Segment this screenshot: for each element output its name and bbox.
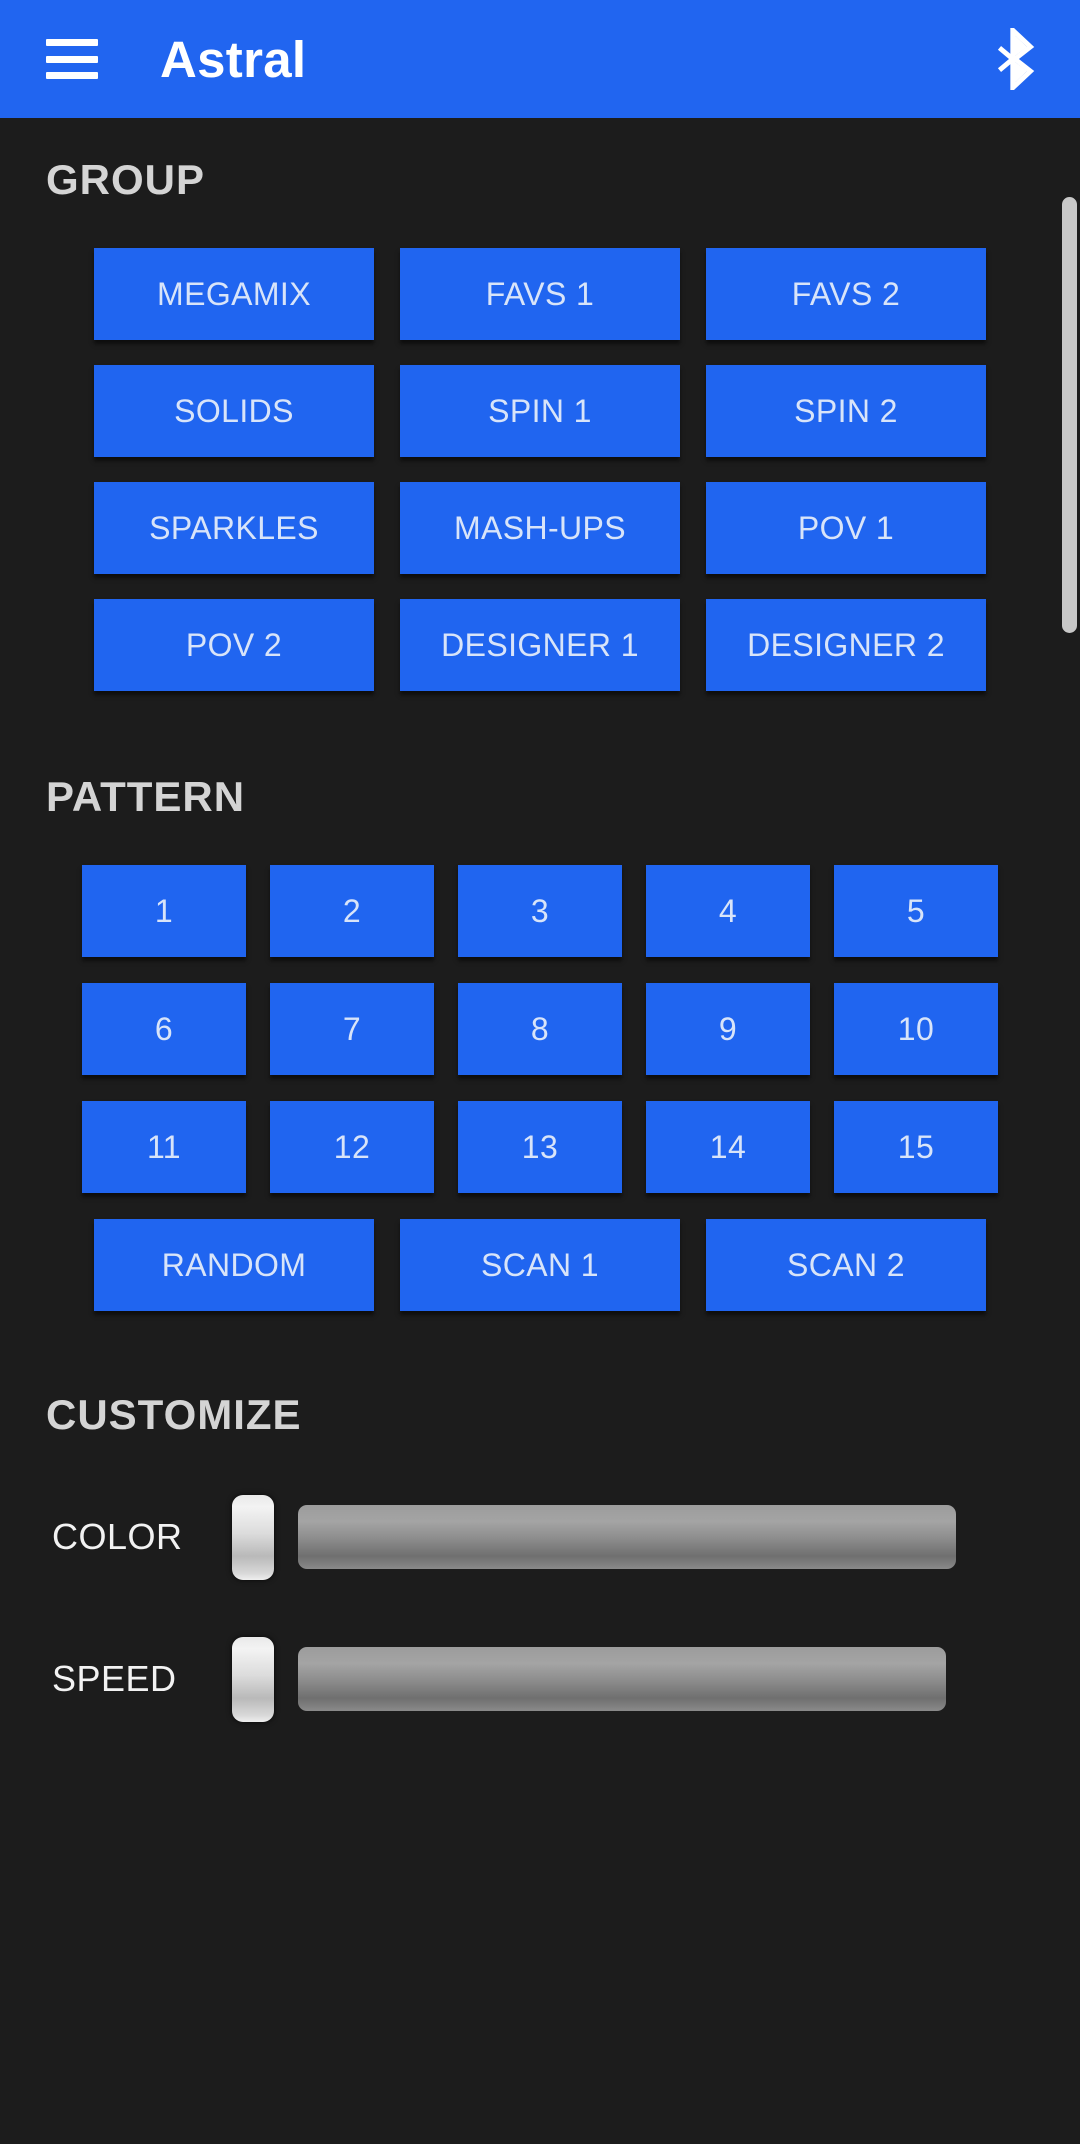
pattern-button-1[interactable]: 1 — [82, 865, 246, 957]
pattern-button-4[interactable]: 4 — [646, 865, 810, 957]
pattern-button-11[interactable]: 11 — [82, 1101, 246, 1193]
pattern-button-9[interactable]: 9 — [646, 983, 810, 1075]
pattern-button-10[interactable]: 10 — [834, 983, 998, 1075]
pattern-button-12[interactable]: 12 — [270, 1101, 434, 1193]
color-slider-thumb[interactable] — [232, 1494, 274, 1580]
group-button-pov-1[interactable]: POV 1 — [706, 482, 986, 574]
group-button-pov-2[interactable]: POV 2 — [94, 599, 374, 691]
app-bar: Astral — [0, 0, 1080, 118]
section-title-customize: CUSTOMIZE — [46, 1391, 302, 1438]
color-slider-row: COLOR — [0, 1487, 1080, 1587]
color-slider-track[interactable] — [298, 1505, 956, 1569]
page-title: Astral — [160, 30, 307, 88]
group-button-favs-2[interactable]: FAVS 2 — [706, 248, 986, 340]
group-button-favs-1[interactable]: FAVS 1 — [400, 248, 680, 340]
pattern-button-5[interactable]: 5 — [834, 865, 998, 957]
speed-slider-row: SPEED — [0, 1629, 1080, 1729]
group-button-designer-2[interactable]: DESIGNER 2 — [706, 599, 986, 691]
group-button-spin-2[interactable]: SPIN 2 — [706, 365, 986, 457]
speed-slider-track[interactable] — [298, 1647, 946, 1711]
group-button-mash-ups[interactable]: MASH-UPS — [400, 482, 680, 574]
group-button-spin-1[interactable]: SPIN 1 — [400, 365, 680, 457]
hamburger-menu-icon[interactable] — [46, 39, 98, 79]
pattern-button-6[interactable]: 6 — [82, 983, 246, 1075]
pattern-button-13[interactable]: 13 — [458, 1101, 622, 1193]
group-button-solids[interactable]: SOLIDS — [94, 365, 374, 457]
group-button-sparkles[interactable]: SPARKLES — [94, 482, 374, 574]
pattern-button-15[interactable]: 15 — [834, 1101, 998, 1193]
speed-slider[interactable] — [232, 1636, 946, 1722]
color-slider[interactable] — [232, 1494, 956, 1580]
hamburger-line — [46, 39, 98, 46]
hamburger-line — [46, 72, 98, 79]
pattern-mode-grid: RANDOM SCAN 1 SCAN 2 — [0, 1219, 1080, 1311]
group-button-grid: MEGAMIX FAVS 1 FAVS 2 SOLIDS SPIN 1 SPIN… — [0, 248, 1080, 691]
speed-slider-label: SPEED — [52, 1658, 177, 1699]
pattern-button-scan-1[interactable]: SCAN 1 — [400, 1219, 680, 1311]
pattern-button-2[interactable]: 2 — [270, 865, 434, 957]
pattern-button-3[interactable]: 3 — [458, 865, 622, 957]
section-title-group: GROUP — [46, 156, 206, 203]
pattern-number-grid: 1 2 3 4 5 6 7 8 9 10 11 12 13 14 15 — [0, 865, 1080, 1193]
speed-slider-thumb[interactable] — [232, 1636, 274, 1722]
color-slider-label: COLOR — [52, 1516, 183, 1557]
pattern-button-random[interactable]: RANDOM — [94, 1219, 374, 1311]
hamburger-line — [46, 55, 98, 63]
pattern-button-7[interactable]: 7 — [270, 983, 434, 1075]
pattern-button-14[interactable]: 14 — [646, 1101, 810, 1193]
bluetooth-icon[interactable] — [988, 28, 1042, 90]
section-title-pattern: PATTERN — [46, 773, 246, 820]
pattern-button-8[interactable]: 8 — [458, 983, 622, 1075]
group-button-designer-1[interactable]: DESIGNER 1 — [400, 599, 680, 691]
main-content: GROUP MEGAMIX FAVS 1 FAVS 2 SOLIDS SPIN … — [0, 156, 1080, 1769]
pattern-button-scan-2[interactable]: SCAN 2 — [706, 1219, 986, 1311]
group-button-megamix[interactable]: MEGAMIX — [94, 248, 374, 340]
vertical-scrollbar-thumb[interactable] — [1062, 197, 1077, 633]
